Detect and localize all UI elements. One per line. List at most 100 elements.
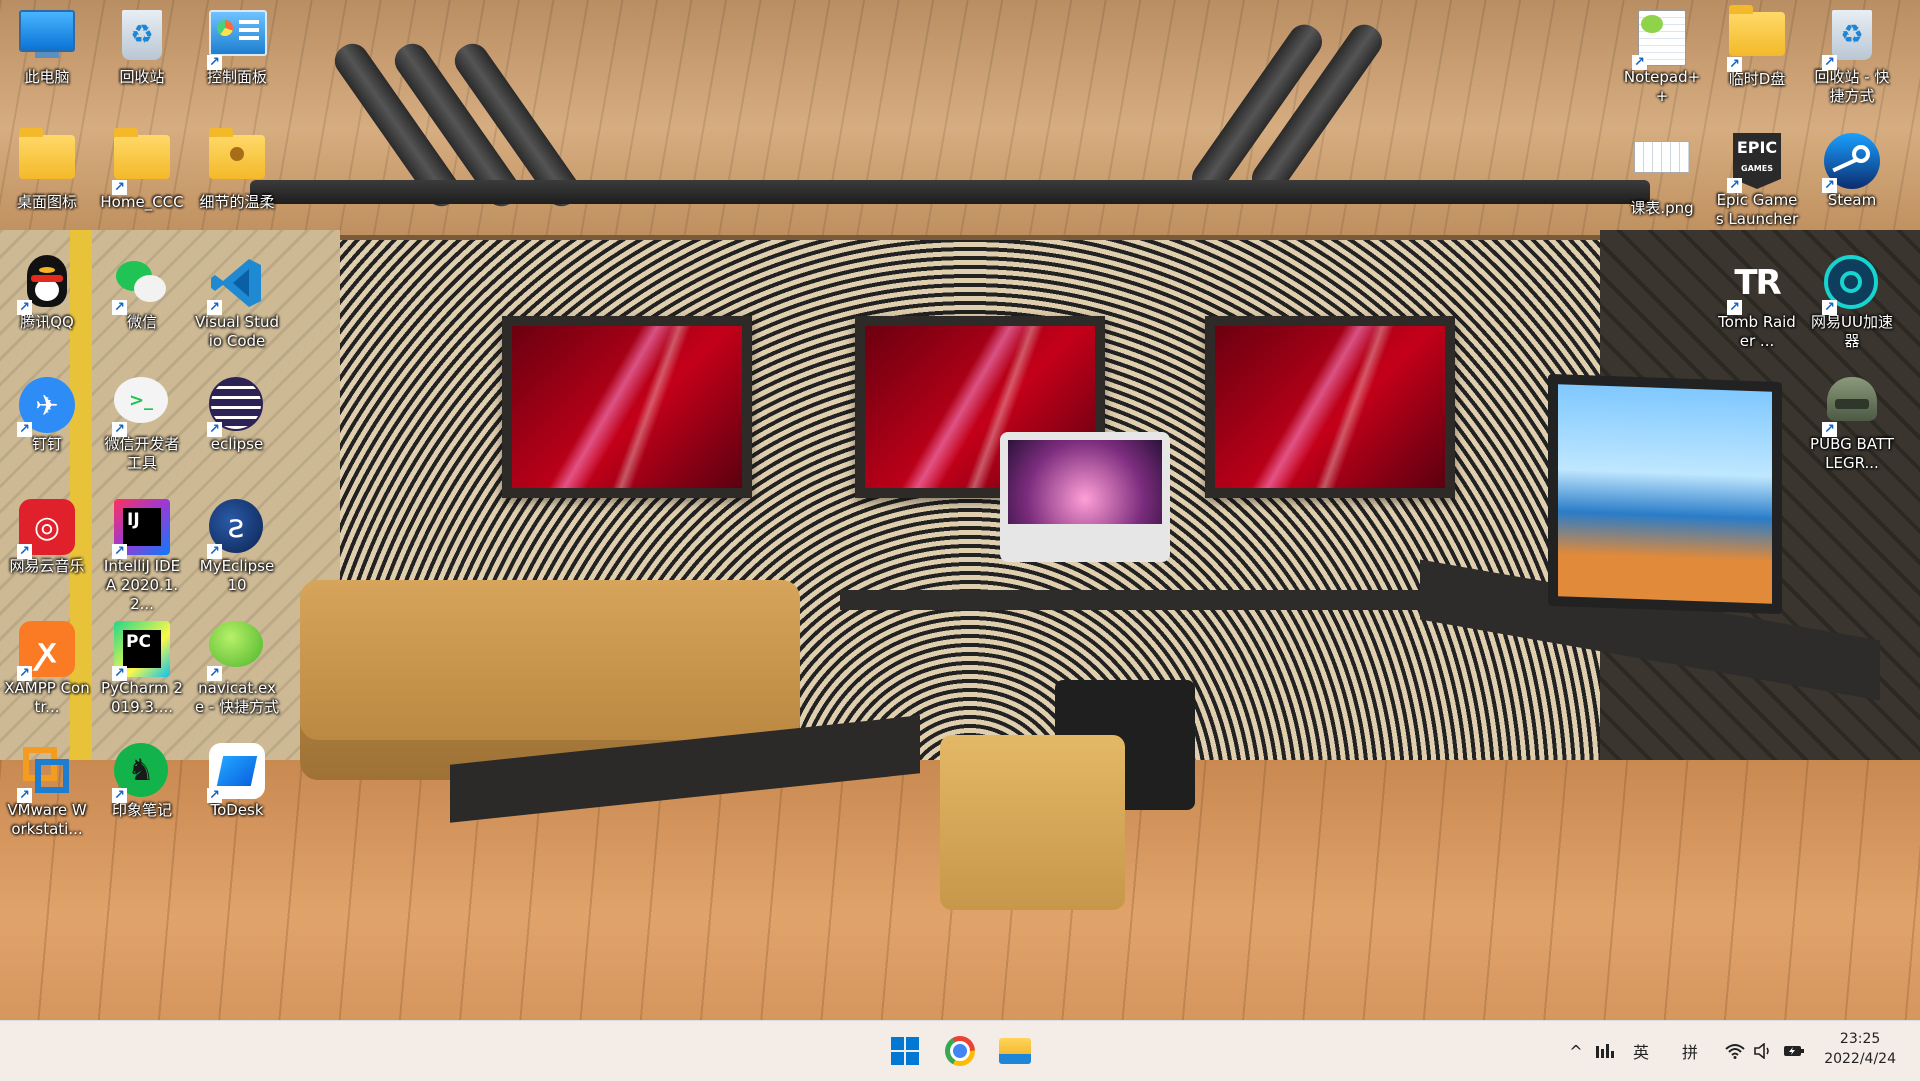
desktop-icon-schedule-png[interactable]: 课表.png	[1617, 127, 1707, 218]
shortcut-arrow-icon: ↗	[207, 422, 222, 437]
folder-icon: ↗	[112, 128, 170, 195]
wifi-button[interactable]	[1724, 1039, 1746, 1063]
wechat-devtools-icon: >_ ↗	[112, 377, 170, 437]
desktop-icon-evernote[interactable]: ♞ ↗ 印象笔记	[97, 737, 187, 820]
desktop-icon-xampp[interactable]: ꭗ ↗ XAMPP Contr...	[2, 615, 92, 717]
shortcut-arrow-icon: ↗	[1822, 422, 1837, 437]
battery-button[interactable]	[1782, 1039, 1806, 1063]
desktop-icon-label: VMware Workstati...	[7, 801, 87, 838]
tray-bar-icon[interactable]	[1594, 1039, 1616, 1063]
desktop-icon-label: 课表.png	[1630, 199, 1694, 217]
desktop-icon-recycle-bin[interactable]: ♻ 回收站	[97, 4, 187, 87]
desktop-icon-label: MyEclipse 10	[199, 557, 275, 594]
desktop-icon-label: 回收站	[119, 68, 165, 86]
desktop-icon-label: Steam	[1827, 191, 1877, 209]
desktop-icon-label: ToDesk	[210, 801, 264, 819]
windows-start-icon	[891, 1037, 919, 1065]
todesk-icon: ↗	[207, 743, 265, 803]
desktop-icon-label: 微信开发者工具	[104, 435, 180, 472]
wallpaper-imac	[1000, 432, 1170, 562]
shortcut-arrow-icon: ↗	[112, 422, 127, 437]
shortcut-arrow-icon: ↗	[112, 544, 127, 559]
audio-level-icon	[1596, 1044, 1614, 1058]
desktop-icon-label: 钉钉	[31, 435, 62, 453]
desktop-icon-navicat[interactable]: ↗ navicat.exe - 快捷方式	[192, 615, 282, 717]
shortcut-arrow-icon: ↗	[1822, 300, 1837, 315]
shortcut-arrow-icon: ↗	[207, 788, 222, 803]
desktop-icon-label: 网易云音乐	[9, 557, 85, 575]
desktop-icon-label: 临时D盘	[1728, 70, 1786, 88]
desktop-icon-tomb-raider[interactable]: TR ↗ Tomb Raider ...	[1712, 249, 1802, 351]
desktop-icon-todesk[interactable]: ↗ ToDesk	[192, 737, 282, 820]
ime-indicator[interactable]: 拼	[1677, 1039, 1703, 1063]
desktop-icon-dingtalk[interactable]: ✈ ↗ 钉钉	[2, 371, 92, 454]
volume-button[interactable]	[1752, 1039, 1774, 1063]
desktop-icon-control-panel[interactable]: ↗ 控制面板	[192, 4, 282, 87]
vmware-icon: ↗	[17, 743, 75, 803]
shortcut-arrow-icon: ↗	[1727, 178, 1742, 193]
desktop-icon-label: 细节的温柔	[199, 193, 275, 211]
shortcut-arrow-icon: ↗	[112, 300, 127, 315]
shortcut-arrow-icon: ↗	[207, 544, 222, 559]
desktop-icon-steam[interactable]: ↗ Steam	[1807, 127, 1897, 210]
shortcut-arrow-icon: ↗	[1822, 55, 1837, 70]
desktop-icon-home-ccc[interactable]: ↗ Home_CCC	[97, 127, 187, 212]
shortcut-arrow-icon: ↗	[1727, 300, 1742, 315]
shortcut-arrow-icon: ↗	[17, 422, 32, 437]
desktop-icon-eclipse[interactable]: ↗ eclipse	[192, 371, 282, 454]
desktop-icon-gentle-details[interactable]: 细节的温柔	[192, 127, 282, 212]
desktop-icon-wechat-devtools[interactable]: >_ ↗ 微信开发者工具	[97, 371, 187, 473]
desktop-icon-pubg[interactable]: ↗ PUBG BATTLEGR...	[1807, 371, 1897, 473]
shortcut-arrow-icon: ↗	[112, 666, 127, 681]
shortcut-arrow-icon: ↗	[17, 666, 32, 681]
desktop-icon-recycle-shortcut[interactable]: ♻ ↗ 回收站 - 快捷方式	[1807, 4, 1897, 106]
desktop-icon-vscode[interactable]: ↗ Visual Studio Code	[192, 249, 282, 351]
wallpaper-tv	[1548, 373, 1782, 615]
desktop-icon-desktop-icons-folder[interactable]: 桌面图标	[2, 127, 92, 212]
desktop-icon-netease-uu[interactable]: ↗ 网易UU加速器	[1807, 249, 1897, 351]
qq-penguin-icon: ↗	[17, 255, 75, 315]
desktop-icon-vmware[interactable]: ↗ VMware Workstati...	[2, 737, 92, 839]
desktop-icon-label: 此电脑	[24, 68, 70, 86]
desktop-icon-this-pc[interactable]: 此电脑	[2, 4, 92, 87]
monitor-icon	[19, 10, 75, 66]
desktop-icon-notepadpp[interactable]: ↗ Notepad++	[1617, 4, 1707, 106]
wifi-icon	[1725, 1044, 1745, 1059]
tray-overflow-chevron[interactable]: ^	[1565, 1039, 1587, 1063]
desktop-icon-label: Notepad++	[1623, 68, 1701, 105]
chrome-icon	[945, 1036, 975, 1066]
desktop-icon-wechat[interactable]: ↗ 微信	[97, 249, 187, 332]
clock-date: 2022/4/24	[1824, 1051, 1896, 1067]
chrome-button[interactable]	[940, 1031, 980, 1071]
desktop-icon-label: navicat.exe - 快捷方式	[194, 679, 280, 716]
wallpaper-painting	[1205, 316, 1455, 498]
desktop-icon-netease-music[interactable]: ◎ ↗ 网易云音乐	[2, 493, 92, 576]
wechat-icon: ↗	[112, 255, 170, 315]
input-mode-label: 英	[1632, 1043, 1649, 1062]
evernote-icon: ♞ ↗	[112, 743, 170, 803]
wallpaper-painting	[502, 316, 752, 498]
shortcut-arrow-icon: ↗	[207, 55, 222, 70]
folder-icon	[19, 128, 75, 191]
desktop-icon-intellij[interactable]: IJ ↗ IntelliJ IDEA 2020.1.2...	[97, 493, 187, 614]
input-mode-toggle[interactable]: 英	[1628, 1039, 1654, 1063]
desktop-icon-label: XAMPP Contr...	[4, 679, 90, 716]
desktop-icon-label: 印象笔记	[111, 801, 172, 819]
desktop-icon-epic[interactable]: EPIC GAMES ↗ Epic Games Launcher	[1712, 127, 1802, 229]
desktop-icon-label: Home_CCC	[100, 193, 184, 211]
desktop-icon-myeclipse[interactable]: ƨ ↗ MyEclipse 10	[192, 493, 282, 595]
desktop-icon-label: PUBG BATTLEGR...	[1810, 435, 1894, 472]
ime-label: 拼	[1681, 1043, 1698, 1062]
shortcut-arrow-icon: ↗	[207, 300, 222, 315]
start-button[interactable]	[885, 1031, 925, 1071]
desktop-icon-tencent-qq[interactable]: ↗ 腾讯QQ	[2, 249, 92, 332]
file-explorer-button[interactable]	[995, 1031, 1035, 1071]
desktop-icon-temp-d[interactable]: ↗ 临时D盘	[1712, 4, 1802, 89]
taskbar-clock[interactable]: 23:25 2022/4/24	[1824, 1029, 1896, 1069]
desktop-icon-label: 控制面板	[206, 68, 267, 86]
dingtalk-icon: ✈ ↗	[17, 377, 75, 437]
myeclipse-icon: ƨ ↗	[207, 499, 265, 559]
wallpaper-desk	[840, 590, 1460, 610]
xampp-icon: ꭗ ↗	[17, 621, 75, 681]
desktop-icon-pycharm[interactable]: PC ↗ PyCharm 2019.3....	[97, 615, 187, 717]
